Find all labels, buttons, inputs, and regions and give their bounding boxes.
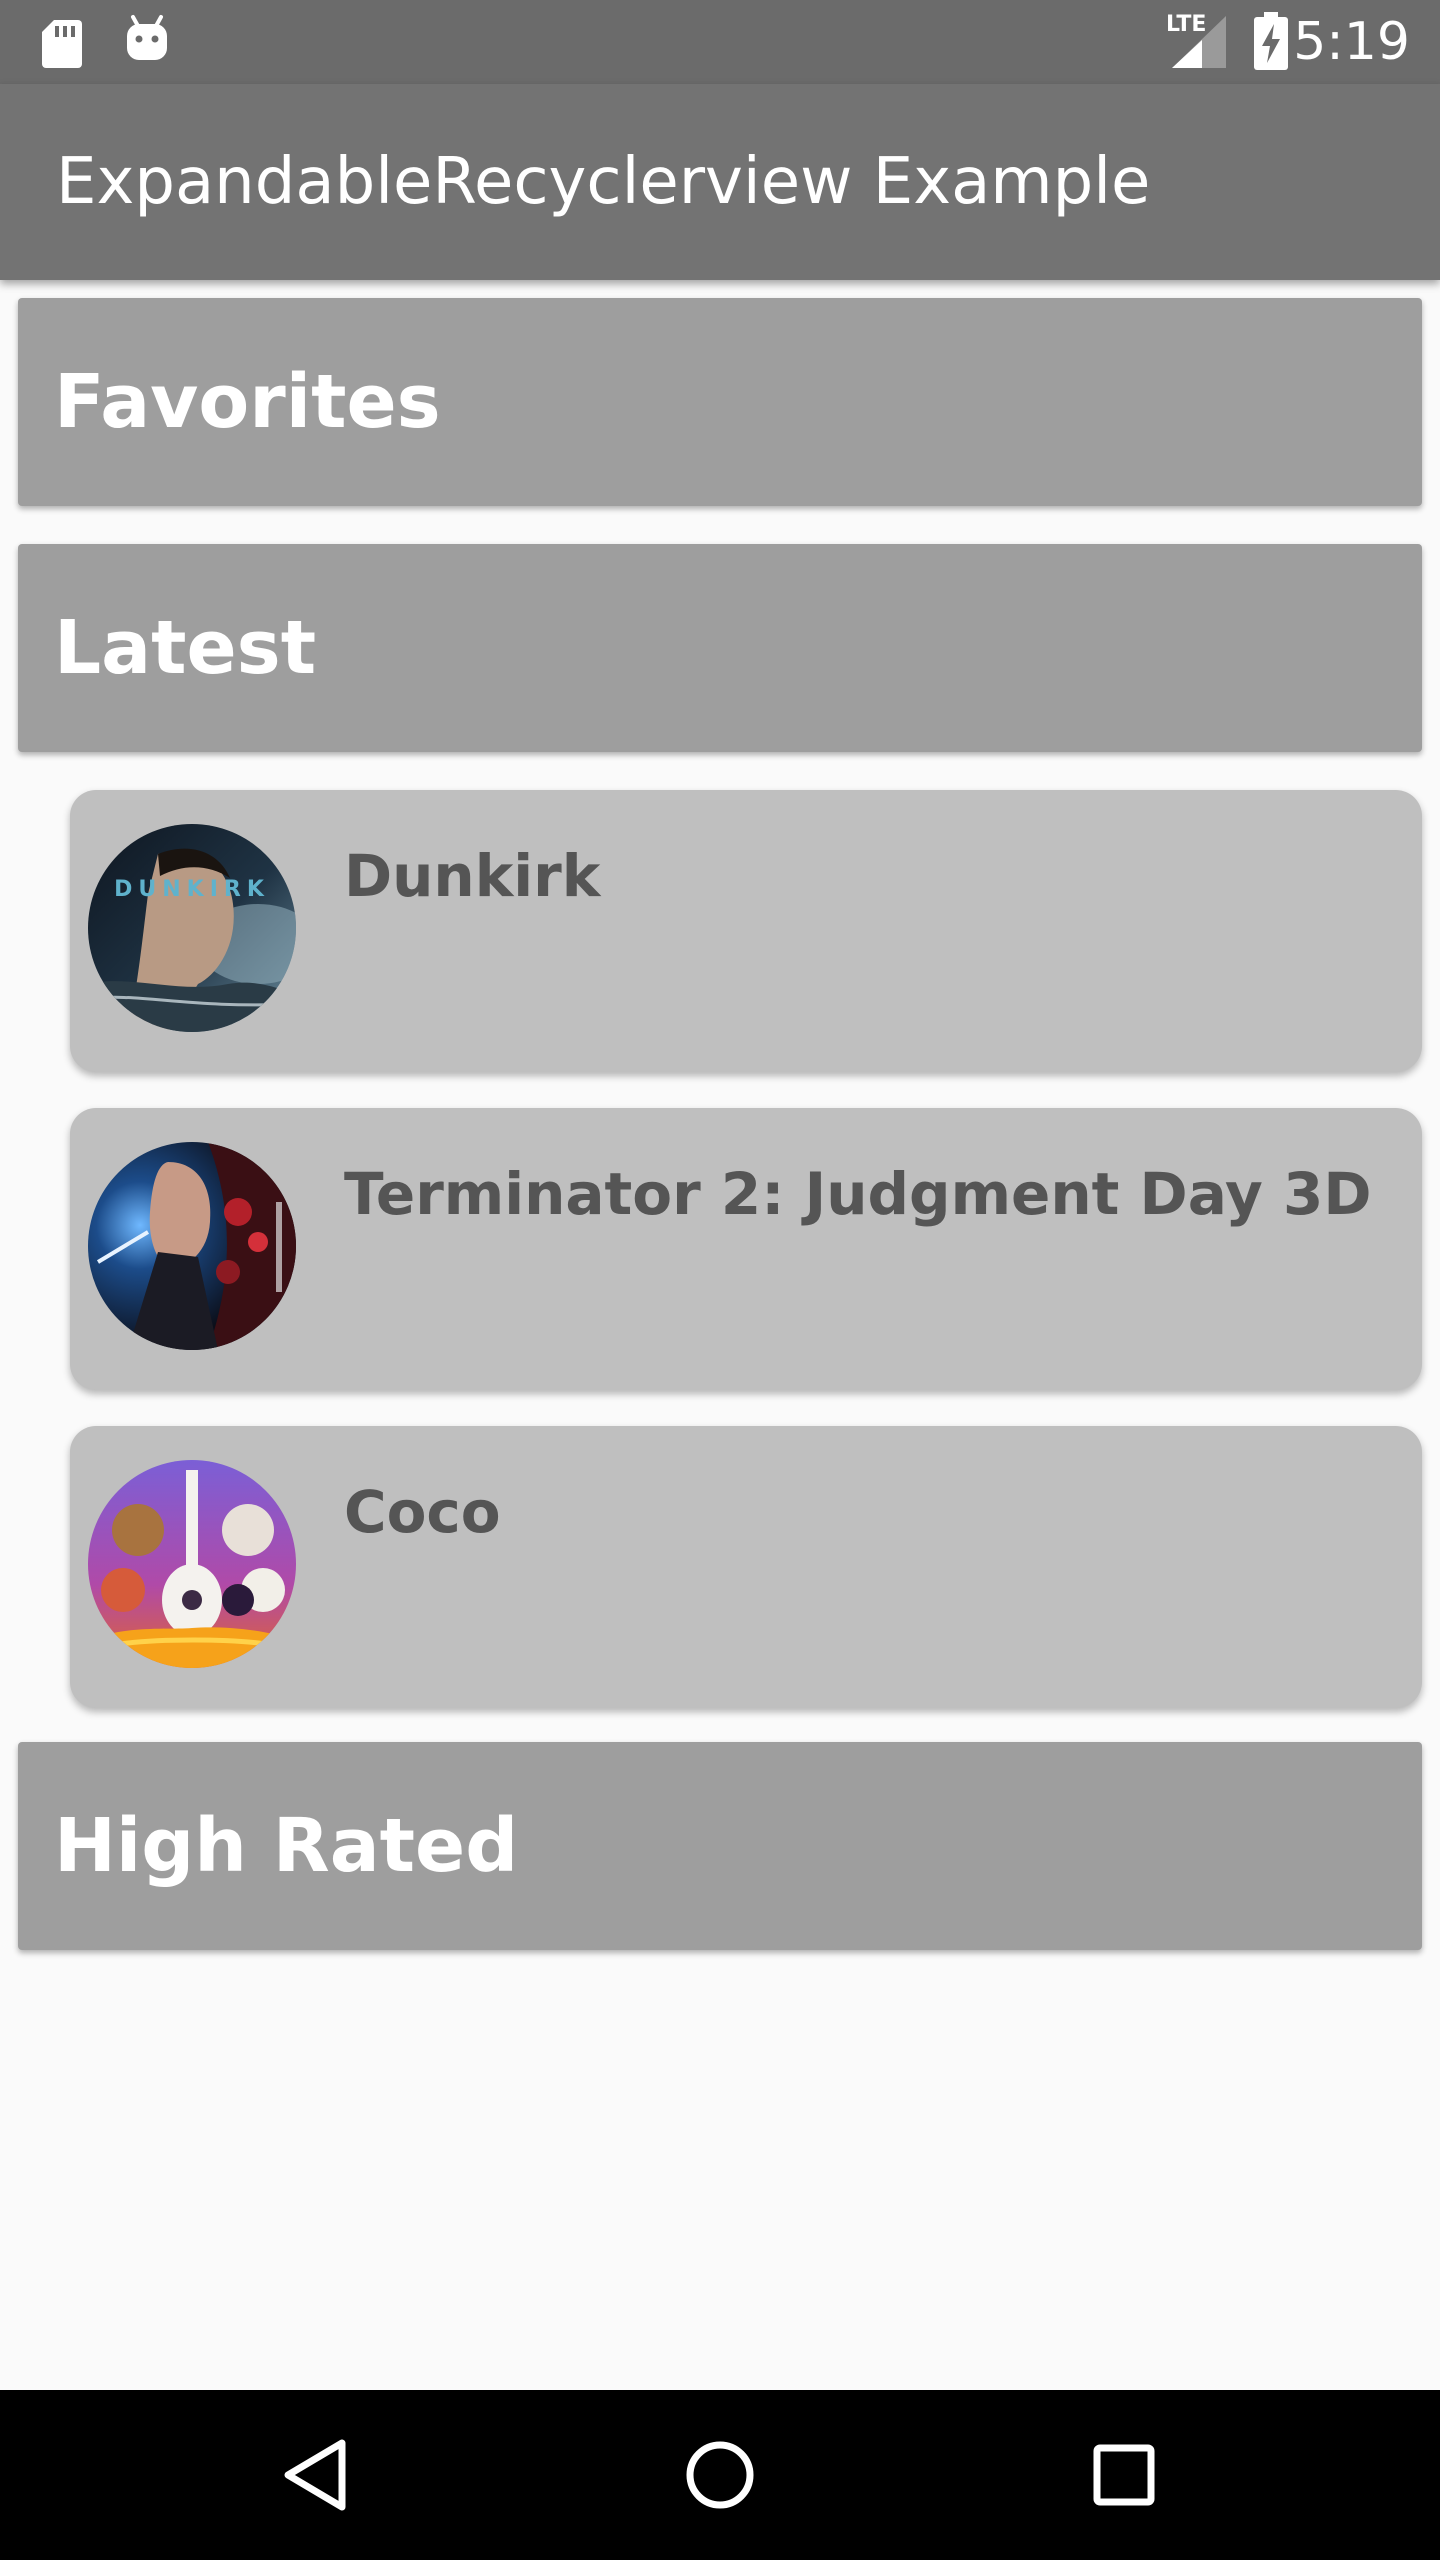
svg-text:DUNKIRK: DUNKIRK: [114, 877, 270, 902]
navigation-bar: [0, 2390, 1440, 2560]
home-icon[interactable]: [660, 2415, 780, 2535]
group-header-high-rated[interactable]: High Rated: [18, 1742, 1422, 1950]
battery-charging-icon: [1254, 12, 1288, 70]
dunkirk-poster: DUNKIRK: [88, 824, 296, 1032]
movie-title: Coco: [344, 1478, 501, 1546]
group-header-latest[interactable]: Latest: [18, 544, 1422, 752]
terminator-poster: [88, 1142, 296, 1350]
coco-poster: [88, 1460, 296, 1668]
movie-item-dunkirk[interactable]: DUNKIRK Dunkirk: [70, 790, 1422, 1072]
app-title: ExpandableRecyclerview Example: [56, 145, 1151, 219]
lte-signal-icon: [1172, 16, 1226, 68]
group-title: Latest: [54, 605, 317, 691]
back-icon[interactable]: [256, 2415, 376, 2535]
group-title: High Rated: [54, 1803, 519, 1889]
expandable-list: Favorites Latest DUNKIRK Dunkirk Termina…: [0, 280, 1440, 2390]
recents-icon[interactable]: [1064, 2415, 1184, 2535]
sd-card-icon: [42, 20, 82, 68]
group-title: Favorites: [54, 359, 441, 445]
movie-item-terminator-2[interactable]: Terminator 2: Judgment Day 3D: [70, 1108, 1422, 1390]
status-bar: LTE 5:19: [0, 0, 1440, 84]
clock-time: 5:19: [1293, 12, 1410, 72]
android-icon: [127, 15, 167, 60]
movie-title: Dunkirk: [344, 842, 601, 910]
movie-title: Terminator 2: Judgment Day 3D: [344, 1160, 1372, 1228]
movie-item-coco[interactable]: Coco: [70, 1426, 1422, 1708]
app-bar: ExpandableRecyclerview Example: [0, 84, 1440, 280]
group-header-favorites[interactable]: Favorites: [18, 298, 1422, 506]
